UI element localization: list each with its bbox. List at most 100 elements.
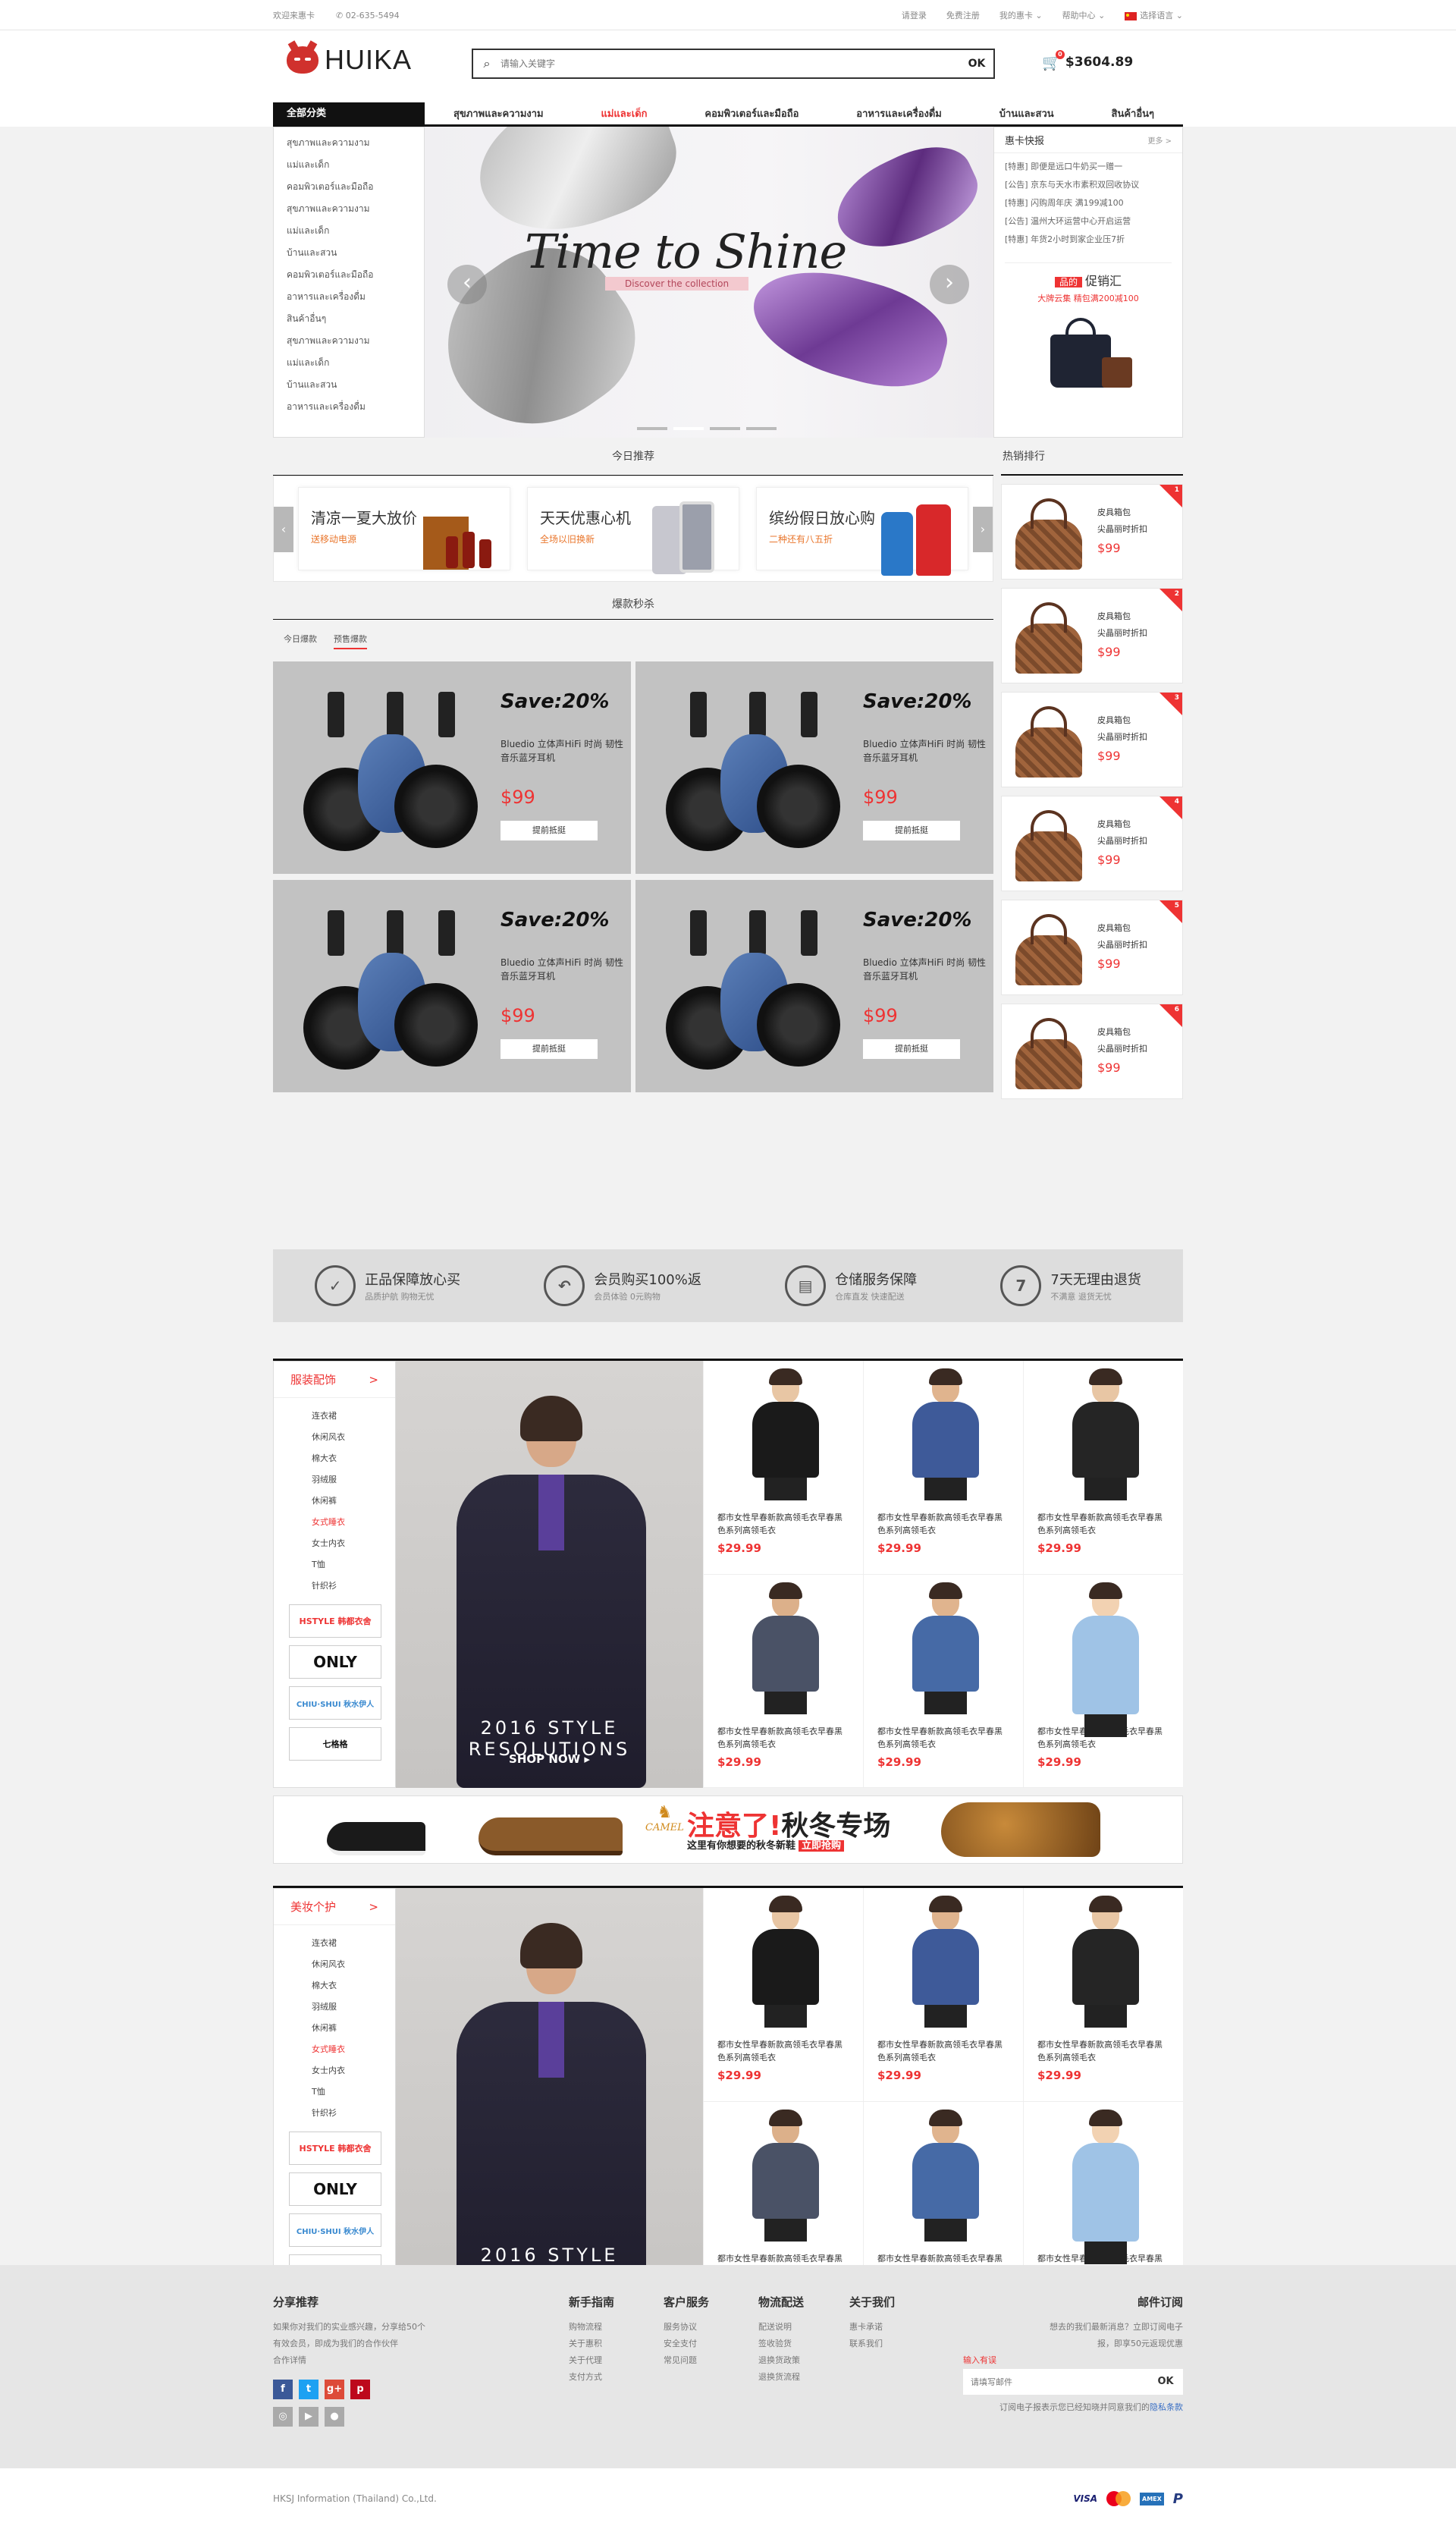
footer-link[interactable]: 关于惠积 xyxy=(569,2336,614,2352)
subcategory-link[interactable]: 针织衫 xyxy=(312,1576,395,1597)
subcategory-link[interactable]: 女士内衣 xyxy=(312,1533,395,1554)
banner-dot[interactable] xyxy=(673,427,704,430)
subcategory-link[interactable]: 休闲裤 xyxy=(312,2018,395,2039)
footer-link[interactable]: 关于代理 xyxy=(569,2352,614,2369)
footer-link[interactable]: 联系我们 xyxy=(849,2336,895,2352)
category-item[interactable]: อาหารและเครื่องดื่ม xyxy=(274,286,424,308)
product-card[interactable]: 都市女性早春新款高领毛衣早春黑色系列高领毛衣$29.99 xyxy=(703,1361,863,1575)
subcategory-link[interactable]: 羽绒服 xyxy=(312,1469,395,1491)
brand-logo[interactable]: 七格格 xyxy=(289,1727,381,1761)
search-input[interactable] xyxy=(500,58,960,69)
nav-item[interactable]: สินค้าอื่นๆ xyxy=(1112,105,1155,121)
preorder-button[interactable]: 提前抵挺 xyxy=(863,1039,960,1059)
google-plus-icon[interactable]: g+ xyxy=(325,2380,344,2399)
hot-item[interactable]: 皮具箱包 尖晶丽时折扣 $99 1 xyxy=(1001,484,1183,580)
category-item[interactable]: บ้านและสวน xyxy=(274,242,424,264)
brand-logo[interactable]: HSTYLE 韩都衣舍 xyxy=(289,1604,381,1638)
footer-link[interactable]: 退换货政策 xyxy=(758,2352,804,2369)
category-block-title[interactable]: 美妆个护 > xyxy=(274,1889,395,1925)
subcategory-link[interactable]: 棉大衣 xyxy=(312,1975,395,1996)
nav-item[interactable]: บ้านและสวน xyxy=(999,105,1054,121)
subcategory-link[interactable]: T恤 xyxy=(312,2081,395,2103)
banner-next-button[interactable]: › xyxy=(930,265,969,304)
subcategory-link[interactable]: 棉大衣 xyxy=(312,1448,395,1469)
subcategory-link[interactable]: 休闲风衣 xyxy=(312,1954,395,1975)
buy-now-button[interactable]: 立即抢购 xyxy=(799,1840,845,1852)
preorder-button[interactable]: 提前抵挺 xyxy=(500,1039,598,1059)
hot-item[interactable]: 皮具箱包 尖晶丽时折扣 $99 3 xyxy=(1001,692,1183,787)
product-card[interactable]: 都市女性早春新款高领毛衣早春黑色系列高领毛衣$29.99 xyxy=(703,1888,863,2102)
category-item[interactable]: สุขภาพและความงาม xyxy=(274,132,424,154)
subcategory-link[interactable]: 连衣裙 xyxy=(312,1406,395,1427)
nav-item-active[interactable]: แม่และเด็ก xyxy=(601,105,647,121)
product-card[interactable]: 都市女性早春新款高领毛衣早春黑色系列高领毛衣$29.99 xyxy=(863,1888,1023,2102)
product-card[interactable]: 都市女性早春新款高领毛衣早春黑色系列高领毛衣$29.99 xyxy=(1023,1574,1183,1788)
product-card[interactable]: 都市女性早春新款高领毛衣早春黑色系列高领毛衣$29.99 xyxy=(703,1574,863,1788)
subcategory-link[interactable]: 休闲裤 xyxy=(312,1491,395,1512)
subscribe-button[interactable]: OK xyxy=(1148,2369,1183,2395)
news-item[interactable]: [特惠] 闪购周年庆 满199减100 xyxy=(1005,194,1172,212)
hot-item[interactable]: 皮具箱包 尖晶丽时折扣 $99 2 xyxy=(1001,588,1183,683)
category-item[interactable]: สินค้าอื่นๆ xyxy=(274,308,424,330)
category-item[interactable]: คอมพิวเตอร์และมือถือ xyxy=(274,264,424,286)
banner-prev-button[interactable]: ‹ xyxy=(447,265,487,304)
discover-link[interactable]: Discover the collection xyxy=(605,277,749,291)
email-field[interactable] xyxy=(963,2369,1148,2395)
footer-link[interactable]: 购物流程 xyxy=(569,2319,614,2336)
login-link[interactable]: 请登录 xyxy=(902,9,927,21)
news-item[interactable]: [公告] 京东与天水市素积双回收协议 xyxy=(1005,176,1172,194)
youtube-icon[interactable]: ▶ xyxy=(299,2407,318,2427)
brand-logo[interactable]: CHIU·SHUI 秋水伊人 xyxy=(289,1686,381,1720)
promo-box[interactable]: 品的 促销汇 大牌云集 精包满200减100 xyxy=(1005,262,1172,395)
news-item[interactable]: [公告] 温州大环运营中心开启运营 xyxy=(1005,212,1172,231)
footer-link[interactable]: 惠卡承诺 xyxy=(849,2319,895,2336)
product-card[interactable]: 都市女性早春新款高领毛衣早春黑色系列高领毛衣$29.99 xyxy=(863,1361,1023,1575)
brand-logo[interactable]: ONLY xyxy=(289,1645,381,1679)
brand-logo[interactable]: ONLY xyxy=(289,2172,381,2206)
category-item[interactable]: แม่และเด็ก xyxy=(274,352,424,374)
model-banner[interactable]: 2016 STYLE RESOLUTIONSSHOP NOW ▸ xyxy=(396,1361,703,1788)
category-item[interactable]: แม่และเด็ก xyxy=(274,220,424,242)
subcategory-link[interactable]: 针织衫 xyxy=(312,2103,395,2124)
subcategory-link[interactable]: 女式睡衣 xyxy=(312,1512,395,1533)
news-item[interactable]: [特惠] 年货2小时到家企业压7折 xyxy=(1005,231,1172,249)
product-card[interactable]: 都市女性早春新款高领毛衣早春黑色系列高领毛衣$29.99 xyxy=(1023,1361,1183,1575)
product-card[interactable]: 都市女性早春新款高领毛衣早春黑色系列高领毛衣$29.99 xyxy=(1023,1888,1183,2102)
banner-dot[interactable] xyxy=(710,427,740,430)
hot-item[interactable]: 皮具箱包 尖晶丽时折扣 $99 5 xyxy=(1001,900,1183,995)
hero-banner[interactable]: Time to Shine Discover the collection ‹ … xyxy=(425,127,993,438)
hot-item[interactable]: 皮具箱包 尖晶丽时折扣 $99 6 xyxy=(1001,1004,1183,1099)
recommend-card[interactable]: 天天优惠心机 全场以旧换新 xyxy=(527,487,739,574)
my-account-link[interactable]: 我的惠卡 ⌄ xyxy=(999,9,1043,21)
recommend-prev-button[interactable]: ‹ xyxy=(274,507,293,552)
chat-icon[interactable]: ● xyxy=(325,2407,344,2427)
category-item[interactable]: สุขภาพและความงาม xyxy=(274,198,424,220)
privacy-link[interactable]: 隐私条款 xyxy=(1150,2402,1183,2412)
recommend-card[interactable]: 清凉一夏大放价 送移动电源 xyxy=(298,487,510,570)
language-select[interactable]: 选择语言 ⌄ xyxy=(1125,9,1183,21)
subcategory-link[interactable]: 女式睡衣 xyxy=(312,2039,395,2060)
subcategory-link[interactable]: 连衣裙 xyxy=(312,1933,395,1954)
flash-sale-card[interactable]: Save:20% Bluedio 立体声HiFi 时尚 韧性音乐蓝牙耳机 $99 提前… xyxy=(635,880,993,1092)
preorder-button[interactable]: 提前抵挺 xyxy=(500,821,598,840)
pinterest-icon[interactable]: p xyxy=(350,2380,370,2399)
banner-dot[interactable] xyxy=(746,427,777,430)
subcategory-link[interactable]: 羽绒服 xyxy=(312,1996,395,2018)
subcategory-link[interactable]: T恤 xyxy=(312,1554,395,1576)
cart[interactable]: 🛒 0 $3604.89 xyxy=(1042,50,1133,71)
twitter-icon[interactable]: t xyxy=(299,2380,318,2399)
model-banner[interactable]: 2016 STYLE RESOLUTIONSSHOP NOW ▸ xyxy=(396,1888,703,2315)
shop-now-link[interactable]: SHOP NOW ▸ xyxy=(396,1752,703,1766)
nav-item[interactable]: คอมพิวเตอร์และมือถือ xyxy=(704,105,799,121)
preorder-button[interactable]: 提前抵挺 xyxy=(863,821,960,840)
footer-link[interactable]: 常见问题 xyxy=(664,2352,709,2369)
news-more-link[interactable]: 更多 > xyxy=(1147,134,1172,146)
product-card[interactable]: 都市女性早春新款高领毛衣早春黑色系列高领毛衣$29.99 xyxy=(863,1574,1023,1788)
instagram-icon[interactable]: ◎ xyxy=(273,2407,293,2427)
category-item[interactable]: บ้านและสวน xyxy=(274,374,424,396)
category-item[interactable]: คอมพิวเตอร์และมือถือ xyxy=(274,176,424,198)
nav-item[interactable]: สุขภาพและความงาม xyxy=(453,105,544,121)
facebook-icon[interactable]: f xyxy=(273,2380,293,2399)
cooperation-link[interactable]: 合作详情 xyxy=(273,2352,470,2369)
footer-link[interactable]: 支付方式 xyxy=(569,2369,614,2386)
